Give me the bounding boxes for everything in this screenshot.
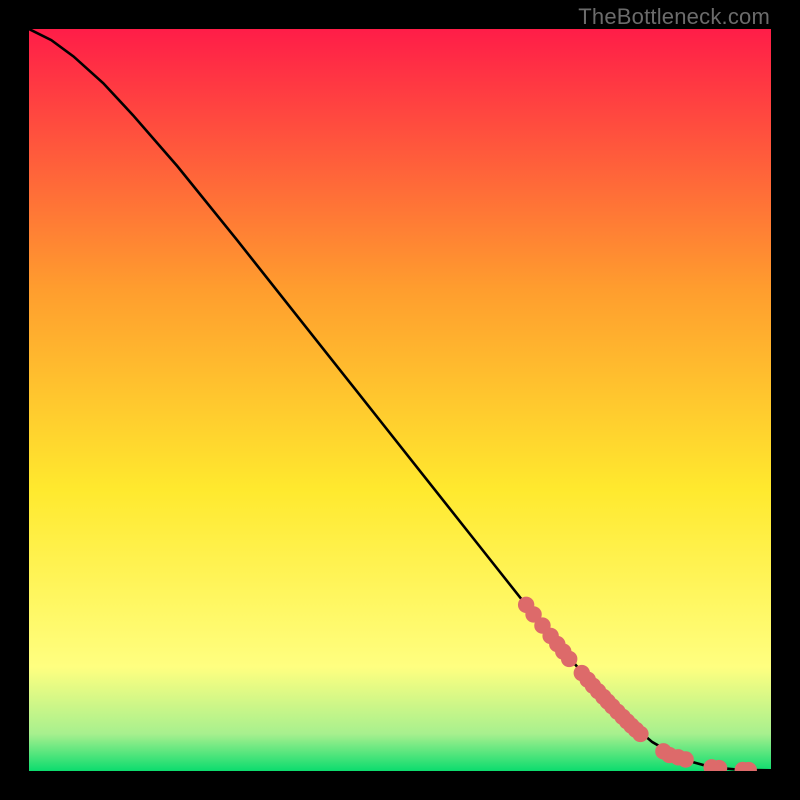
plot-area: [29, 29, 771, 771]
data-point: [677, 751, 693, 767]
attribution-label: TheBottleneck.com: [578, 4, 770, 30]
data-point: [632, 726, 648, 742]
data-point: [561, 651, 577, 667]
gradient-background: [29, 29, 771, 771]
chart-frame: TheBottleneck.com: [0, 0, 800, 800]
chart-svg: [29, 29, 771, 771]
